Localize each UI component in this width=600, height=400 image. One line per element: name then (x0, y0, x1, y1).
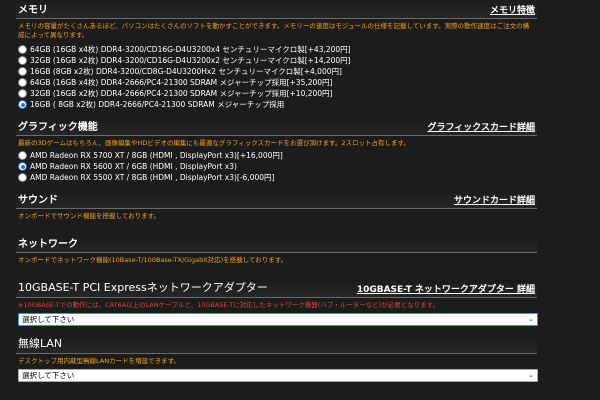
memory-section-header: メモリ メモリ特徴 (16, 0, 537, 19)
tengbe-description: ※10GBASE-Tでの動作には、CAT6A以上のLANケーブルと、10GBAS… (18, 301, 439, 309)
network-section-header: ネットワーク (16, 236, 537, 253)
radio-selected-icon[interactable] (18, 162, 27, 171)
memory-description: メモリの容量がたくさんあるほど、パソコンはたくさんのソフトを動かすことができます… (18, 22, 530, 39)
radio-icon[interactable] (18, 67, 27, 76)
tengbe-select-value: 選択して下さい (22, 315, 75, 324)
radio-icon[interactable] (18, 78, 27, 87)
graphics-option[interactable]: AMD Radeon RX 5500 XT / 8GB (HDMI , Disp… (16, 172, 537, 183)
memory-option-label: 32GB (16GB x2枚) DDR4-3200/CD16G-D4U3200x… (30, 56, 351, 65)
radio-selected-icon[interactable] (18, 100, 27, 109)
graphics-option-label: AMD Radeon RX 5700 XT / 8GB (HDMI , Disp… (30, 151, 283, 160)
graphics-card-detail-link[interactable]: グラフィックスカード詳細 (427, 120, 535, 133)
network-title: ネットワーク (18, 239, 78, 250)
radio-icon[interactable] (18, 45, 27, 54)
memory-option[interactable]: 32GB (16GB x2枚) DDR4-2666/PC4-21300 SDRA… (16, 88, 537, 99)
graphics-section-header: グラフィック機能 グラフィックスカード詳細 (16, 119, 537, 136)
radio-icon[interactable] (18, 151, 27, 160)
radio-icon[interactable] (18, 173, 27, 182)
memory-option-label: 64GB (16GB x4枚) DDR4-3200/CD16G-D4U3200x… (30, 45, 351, 54)
graphics-option-label: AMD Radeon RX 5500 XT / 8GB (HDMI , Disp… (30, 173, 275, 182)
memory-feature-link[interactable]: メモリ特徴 (490, 3, 535, 16)
memory-option[interactable]: 16GB ( 8GB x2枚) DDR4-2666/PC4-21300 SDRA… (16, 99, 537, 110)
radio-icon[interactable] (18, 56, 27, 65)
memory-options: 64GB (16GB x4枚) DDR4-3200/CD16G-D4U3200x… (16, 44, 537, 110)
tengbe-title: 10GBASE-T PCI Expressネットワークアダプター (18, 281, 268, 294)
chevron-down-icon[interactable]: ⌄ (528, 370, 534, 381)
sound-card-detail-link[interactable]: サウンドカード詳細 (454, 193, 535, 206)
memory-option-label: 64GB (16GB x4枚) DDR4-2666/PC4-21300 SDRA… (30, 78, 333, 87)
tengbe-detail-link[interactable]: 10GBASE-T ネットワークアダプター 詳細 (357, 282, 535, 295)
wireless-description: デスクトップ用内蔵型無線LANカードを増設できます。 (18, 357, 180, 365)
graphics-options: AMD Radeon RX 5700 XT / 8GB (HDMI , Disp… (16, 150, 537, 183)
sound-description: オンボードでサウンド機能を搭載しております。 (18, 212, 160, 220)
network-description: オンボードでネットワーク機能(10Base-T/100Base-TX/Gigab… (18, 256, 288, 264)
graphics-option[interactable]: AMD Radeon RX 5700 XT / 8GB (HDMI , Disp… (16, 150, 537, 161)
radio-icon[interactable] (18, 89, 27, 98)
wireless-select[interactable]: 選択して下さい ⌄ (18, 369, 538, 382)
memory-option[interactable]: 16GB (8GB x2枚) DDR4-3200/CD8G-D4U3200Hx2… (16, 66, 537, 77)
sound-title: サウンド (18, 195, 58, 206)
memory-option-label: 16GB ( 8GB x2枚) DDR4-2666/PC4-21300 SDRA… (30, 100, 285, 109)
memory-option-label: 16GB (8GB x2枚) DDR4-3200/CD8G-D4U3200Hx2… (30, 67, 342, 76)
memory-option[interactable]: 64GB (16GB x4枚) DDR4-3200/CD16G-D4U3200x… (16, 44, 537, 55)
chevron-down-icon[interactable]: ⌄ (528, 314, 534, 325)
graphics-option[interactable]: AMD Radeon RX 5600 XT / 6GB (HDMI , Disp… (16, 161, 537, 172)
wireless-select-value: 選択して下さい (22, 371, 75, 380)
memory-option[interactable]: 64GB (16GB x4枚) DDR4-2666/PC4-21300 SDRA… (16, 77, 537, 88)
config-panel: メモリ メモリ特徴 メモリの容量がたくさんあるほど、パソコンはたくさんのソフトを… (16, 0, 538, 382)
tengbe-section-header: 10GBASE-T PCI Expressネットワークアダプター 10GBASE… (16, 281, 537, 298)
memory-option[interactable]: 32GB (16GB x2枚) DDR4-3200/CD16G-D4U3200x… (16, 55, 537, 66)
memory-option-label: 32GB (16GB x2枚) DDR4-2666/PC4-21300 SDRA… (30, 89, 333, 98)
memory-title: メモリ (18, 5, 48, 16)
graphics-description: 最新の3Dゲームはもちろん、画像編集やHDビデオの編集にも最適なグラフィックスカ… (18, 139, 410, 147)
tengbe-select[interactable]: 選択して下さい ⌄ (18, 313, 538, 326)
wireless-section-header: 無線LAN (16, 336, 537, 354)
sound-section-header: サウンド サウンドカード詳細 (16, 192, 537, 209)
wireless-title: 無線LAN (18, 337, 63, 350)
graphics-option-label: AMD Radeon RX 5600 XT / 6GB (HDMI , Disp… (30, 162, 237, 171)
graphics-title: グラフィック機能 (18, 122, 98, 133)
